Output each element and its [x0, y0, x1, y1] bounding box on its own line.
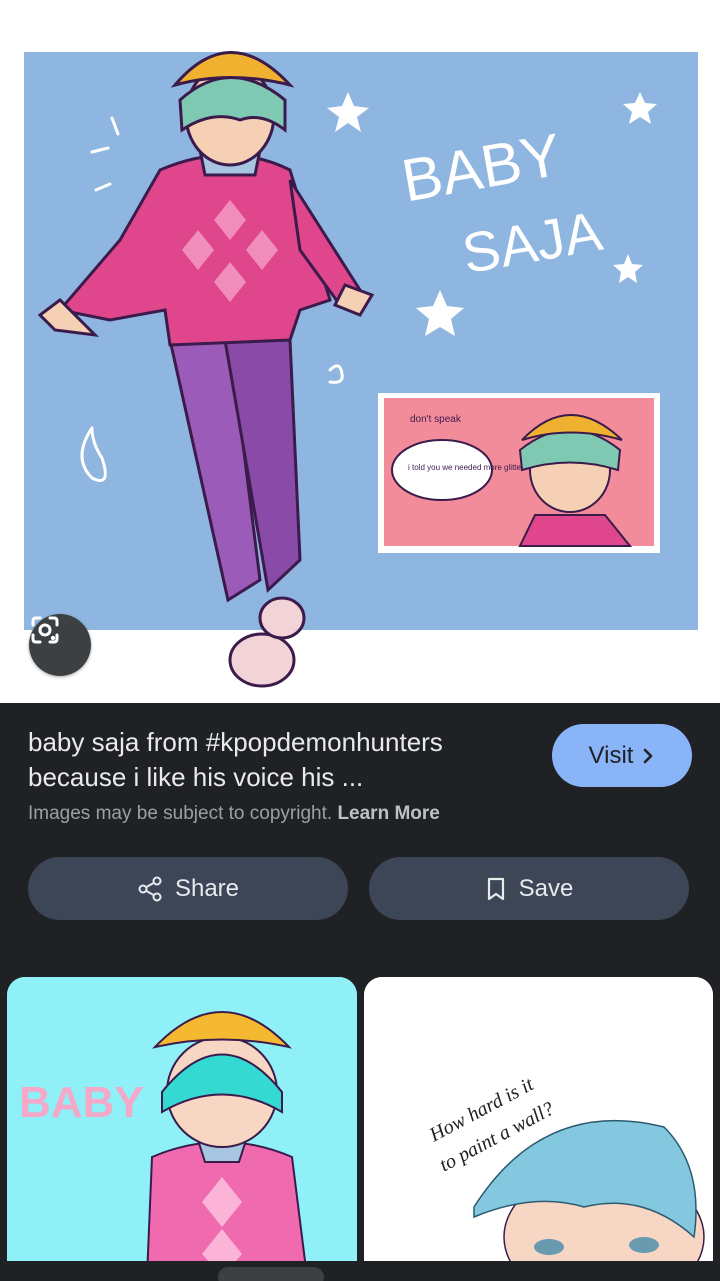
copyright-notice: Images may be subject to copyright. Lear… [28, 803, 440, 825]
related-thumbnail: How hard is it to paint a wall? [364, 977, 713, 1277]
chevron-right-icon [644, 748, 653, 763]
share-button[interactable]: Share [28, 857, 348, 920]
nav-active-indicator[interactable] [218, 1267, 324, 1281]
share-label: Share [174, 874, 240, 902]
related-thumbnail: BABY [7, 977, 357, 1277]
inset-speech-text: i told you we needed more glitter [408, 463, 524, 472]
share-icon [138, 876, 162, 901]
image-viewer: BABY SAJA don't speak i told you we need… [0, 0, 720, 1281]
save-button[interactable]: Save [369, 857, 689, 920]
save-label: Save [518, 874, 574, 902]
bottom-navigation [0, 1261, 720, 1281]
related-result-card[interactable]: How hard is it to paint a wall? [364, 977, 713, 1277]
hero-artwork: BABY SAJA don't speak i told you we need… [0, 0, 720, 703]
lens-icon [31, 616, 59, 644]
related-results: BABY How hard is it to paint a wall? [0, 949, 720, 1281]
related-art-text: BABY [19, 1078, 144, 1127]
hero-image[interactable]: BABY SAJA don't speak i told you we need… [0, 0, 720, 703]
related-result-card[interactable]: BABY [7, 977, 357, 1277]
result-info-panel: baby saja from #kpopdemonhunters because… [0, 703, 720, 950]
visit-button[interactable]: Visit [552, 724, 692, 787]
bookmark-icon [487, 877, 504, 900]
learn-more-link[interactable]: Learn More [337, 803, 439, 824]
inset-comic-panel: don't speak i told you we needed more gl… [378, 393, 660, 553]
visit-label: Visit [588, 741, 634, 769]
result-title[interactable]: baby saja from #kpopdemonhunters because… [28, 725, 528, 795]
lens-search-button[interactable] [29, 614, 91, 676]
copyright-text: Images may be subject to copyright. [28, 803, 333, 824]
inset-tagline: don't speak [410, 414, 462, 425]
